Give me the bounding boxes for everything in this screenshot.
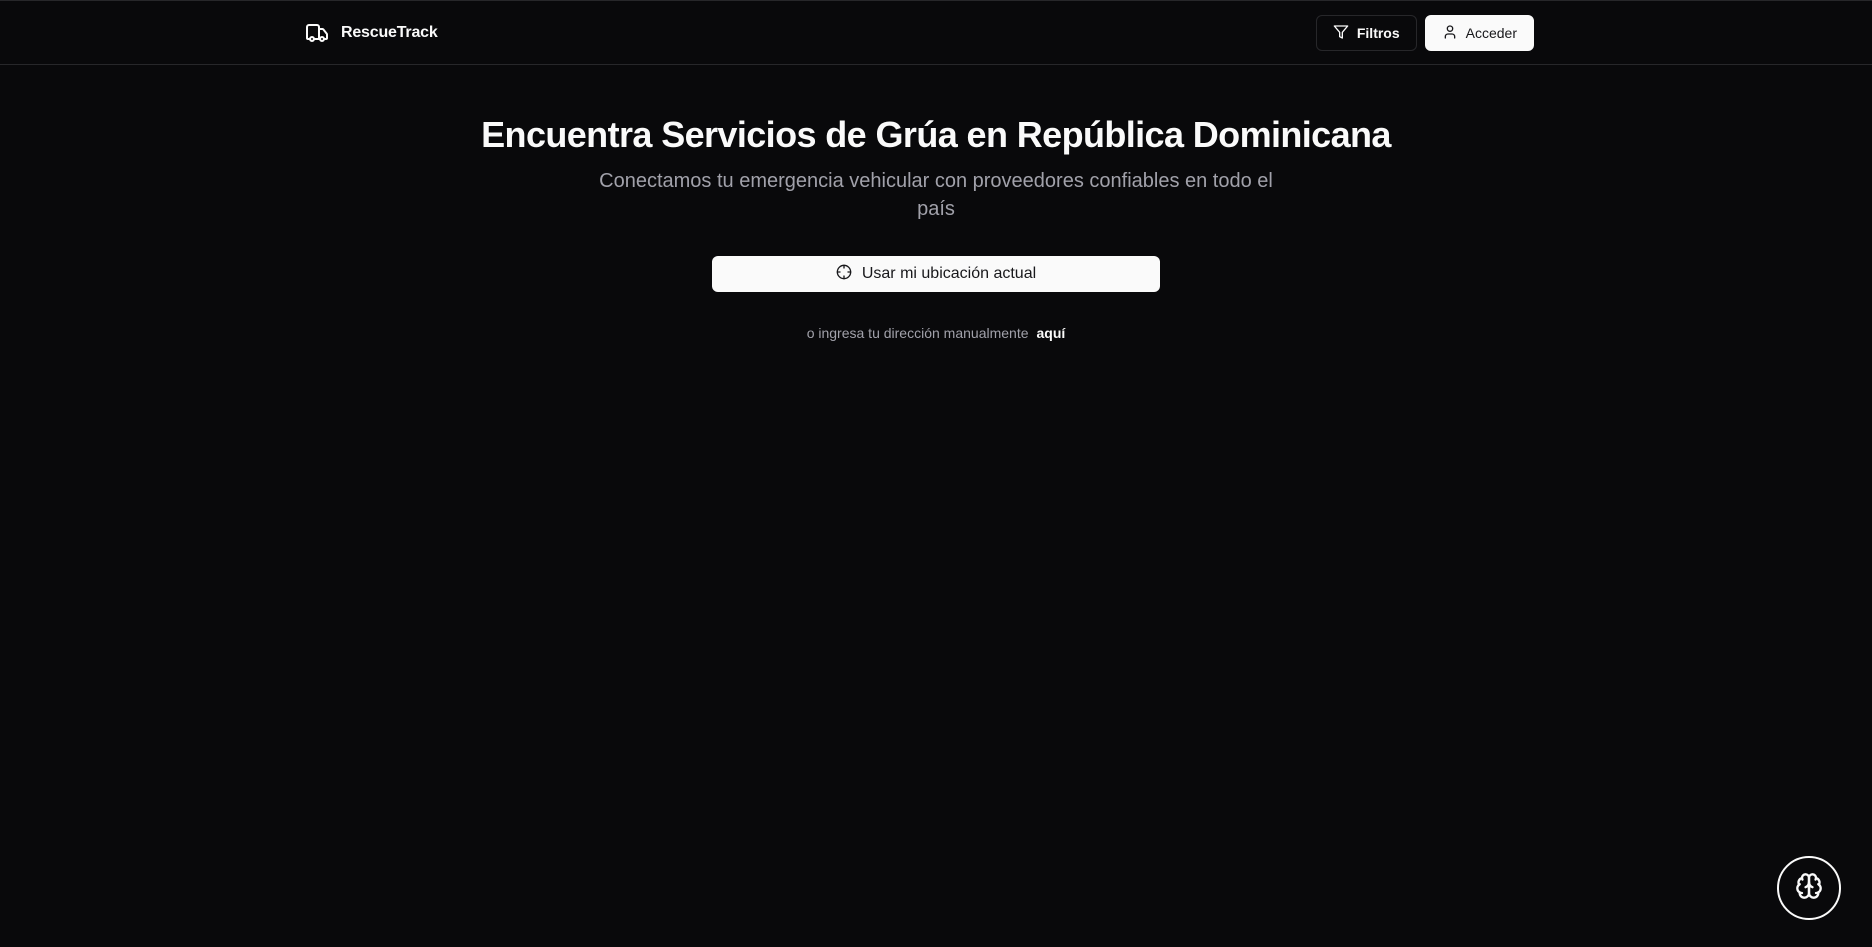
manual-address-prompt: o ingresa tu dirección manualmente aquí	[0, 325, 1872, 341]
page-subtitle: Conectamos tu emergencia vehicular con p…	[599, 170, 1273, 220]
manual-address-text: o ingresa tu dirección manualmente	[806, 325, 1029, 341]
use-current-location-label: Usar mi ubicación actual	[861, 265, 1037, 282]
filters-button-label: Filtros	[1356, 25, 1400, 41]
filter-icon	[1333, 24, 1349, 43]
hero-section: Encuentra Servicios de Grúa en República…	[0, 65, 1872, 341]
header-actions: Filtros Acceder	[1315, 15, 1534, 51]
crosshair-icon	[836, 264, 852, 285]
top-navbar: RescueTrack Filtros Acceder	[0, 1, 1872, 65]
user-icon	[1442, 24, 1458, 43]
manual-address-link[interactable]: aquí	[1037, 325, 1066, 341]
brain-icon	[1795, 872, 1823, 905]
use-current-location-button[interactable]: Usar mi ubicación actual	[712, 256, 1160, 292]
brand-logo-link[interactable]: RescueTrack	[305, 21, 438, 45]
page-title: Encuentra Servicios de Grúa en República…	[481, 114, 1391, 155]
login-button[interactable]: Acceder	[1424, 15, 1534, 51]
truck-icon	[305, 21, 329, 45]
brand-name: RescueTrack	[341, 24, 438, 41]
login-button-label: Acceder	[1465, 25, 1517, 41]
filters-button[interactable]: Filtros	[1315, 15, 1417, 51]
assistant-fab-button[interactable]	[1777, 856, 1841, 920]
